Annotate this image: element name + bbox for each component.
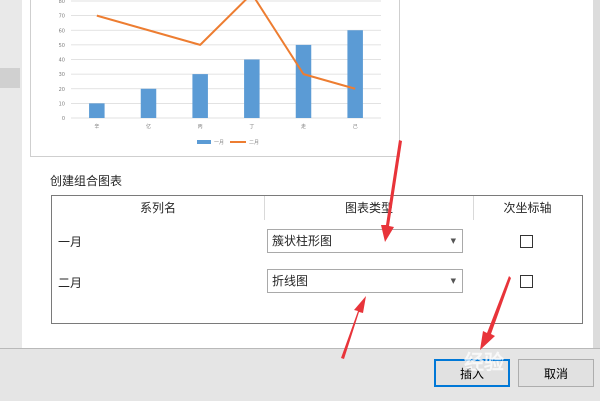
annotation-arrow bbox=[480, 276, 511, 350]
annotation-arrow bbox=[341, 296, 366, 359]
annotation-arrows bbox=[341, 140, 511, 359]
annotation-arrow bbox=[381, 140, 402, 242]
